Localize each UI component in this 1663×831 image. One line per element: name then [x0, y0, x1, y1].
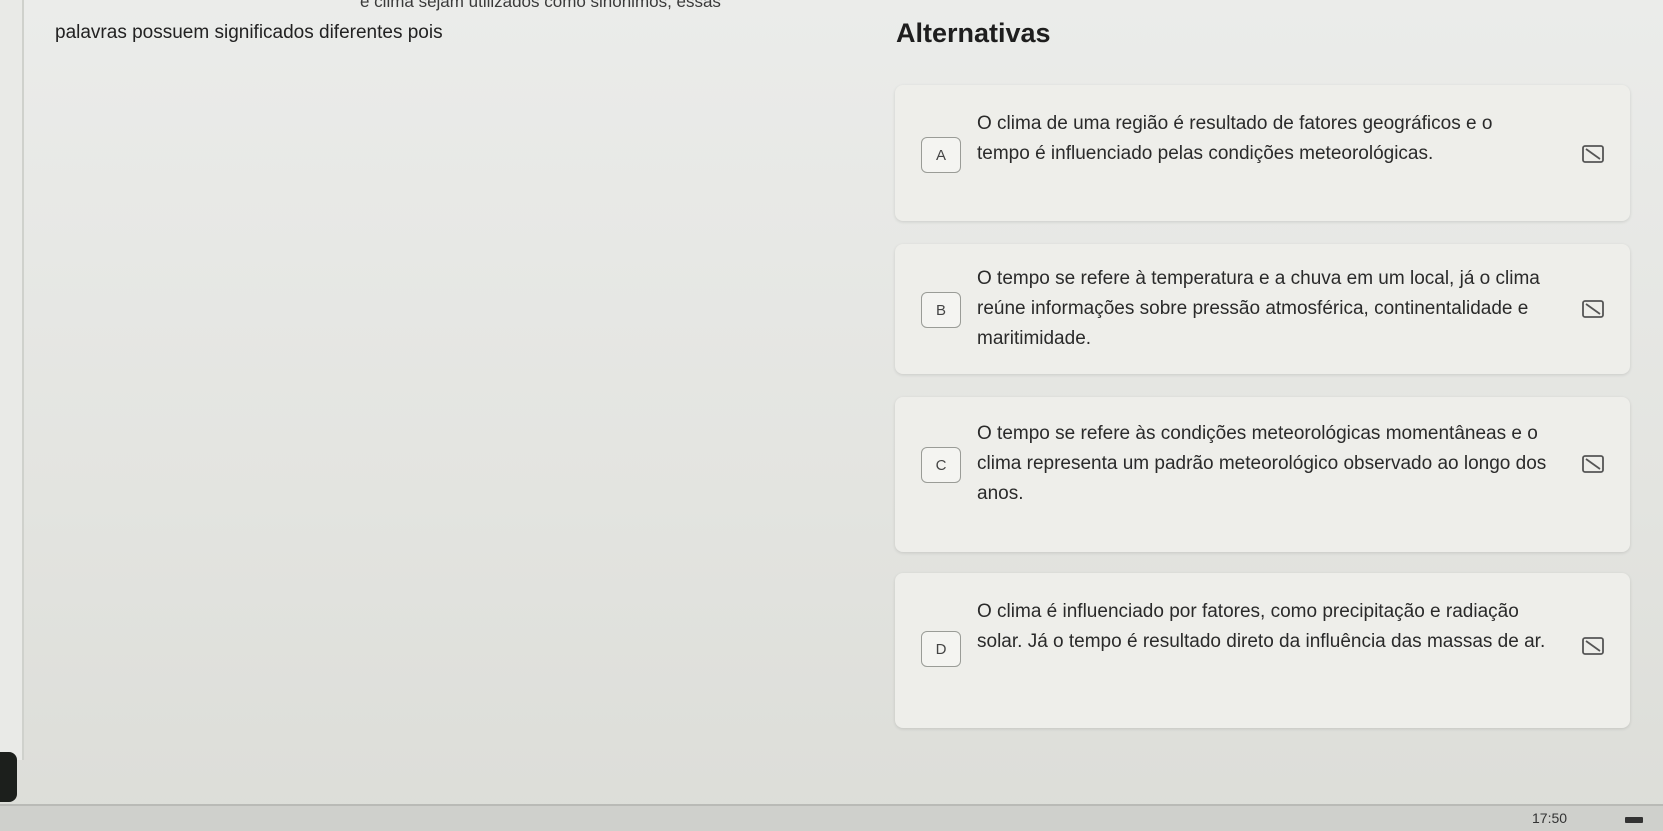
taskbar-clock[interactable]: 17:50	[1532, 810, 1567, 826]
option-letter[interactable]: C	[921, 447, 961, 483]
strikethrough-icon[interactable]	[1582, 455, 1604, 473]
option-letter[interactable]: A	[921, 137, 961, 173]
side-tab-marker[interactable]	[0, 752, 17, 802]
option-text: O tempo se refere à temperatura e a chuv…	[977, 268, 1540, 349]
alternatives-heading: Alternativas	[896, 18, 1051, 48]
option-text: O clima de uma região é resultado de fat…	[977, 113, 1493, 164]
question-text-cut: e clima sejam utilizados como sinônimos,…	[360, 0, 721, 11]
battery-icon[interactable]	[1625, 817, 1643, 823]
option-d[interactable]: D O clima é influenciado por fatores, co…	[895, 573, 1630, 728]
option-text: O clima é influenciado por fatores, como…	[977, 601, 1546, 652]
screen: e clima sejam utilizados como sinônimos,…	[0, 0, 1663, 831]
option-a[interactable]: A O clima de uma região é resultado de f…	[895, 85, 1630, 221]
option-letter[interactable]: D	[921, 631, 961, 667]
strikethrough-icon[interactable]	[1582, 300, 1604, 318]
option-text: O tempo se refere às condições meteoroló…	[977, 423, 1547, 504]
strikethrough-icon[interactable]	[1582, 145, 1604, 163]
left-panel-edge	[0, 0, 24, 760]
option-letter[interactable]: B	[921, 292, 961, 328]
taskbar	[0, 804, 1663, 831]
question-text: palavras possuem significados diferentes…	[55, 22, 443, 43]
option-b[interactable]: B O tempo se refere à temperatura e a ch…	[895, 244, 1630, 374]
strikethrough-icon[interactable]	[1582, 637, 1604, 655]
option-c[interactable]: C O tempo se refere às condições meteoro…	[895, 397, 1630, 552]
